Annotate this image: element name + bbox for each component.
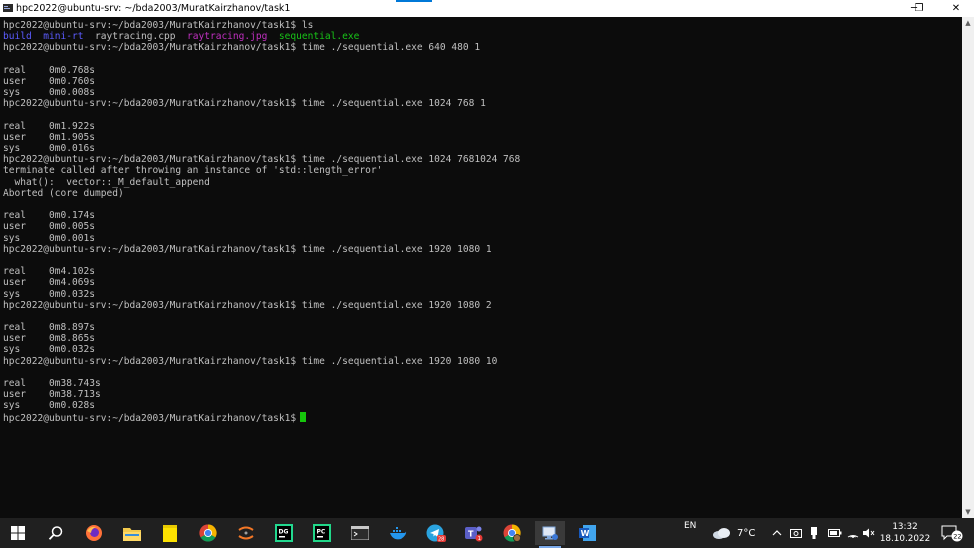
terminal-cursor — [300, 411, 307, 422]
terminal-area[interactable]: hpc2022@ubuntu-srv:~/bda2003/MuratKairzh… — [0, 17, 962, 518]
time-real: real 0m38.743s — [3, 378, 101, 389]
terminal-output: hpc2022@ubuntu-srv:~/bda2003/MuratKairzh… — [3, 20, 520, 424]
windows-start-icon[interactable] — [3, 521, 33, 545]
terminal-app-icon — [3, 4, 13, 12]
chevron-up-icon[interactable] — [772, 518, 782, 548]
svg-text:PC: PC — [317, 529, 326, 536]
file-explorer-icon[interactable] — [117, 521, 147, 545]
sticky-notes-icon[interactable] — [155, 521, 185, 545]
time-sys: sys 0m0.032s — [3, 288, 95, 300]
time-sys: sys 0m0.032s — [3, 344, 95, 356]
teams-badge: 1 — [478, 536, 482, 542]
terminal-icon[interactable] — [345, 521, 375, 545]
svg-text:W: W — [581, 529, 590, 538]
chrome-icon[interactable] — [193, 521, 223, 545]
input-language[interactable]: EN — [684, 511, 696, 541]
search-icon[interactable] — [41, 521, 71, 545]
window-titlebar[interactable]: hpc2022@ubuntu-srv: ~/bda2003/MuratKairz… — [0, 0, 974, 17]
prompt: hpc2022@ubuntu-srv:~/bda2003/MuratKairzh… — [3, 355, 297, 367]
firefox-icon[interactable] — [79, 521, 109, 545]
ls-entry-executable: sequential.exe — [278, 31, 360, 43]
datagrip-icon[interactable]: DG — [269, 521, 299, 545]
command: time ./sequential.exe 640 480 1 — [296, 42, 481, 54]
wifi-icon[interactable] — [847, 518, 859, 548]
svg-text:DG: DG — [279, 529, 289, 536]
command: ls — [296, 20, 314, 31]
command: time ./sequential.exe 1920 1080 2 — [296, 299, 492, 311]
time-sys: sys 0m0.001s — [3, 232, 95, 244]
time-user: user 0m0.760s — [3, 75, 95, 87]
docker-icon[interactable] — [383, 521, 413, 545]
window-title: hpc2022@ubuntu-srv: ~/bda2003/MuratKairz… — [16, 3, 291, 14]
scroll-up-icon[interactable]: ▲ — [962, 17, 974, 29]
prompt: hpc2022@ubuntu-srv:~/bda2003/MuratKairzh… — [3, 42, 297, 54]
ls-entry-dir: build — [3, 31, 32, 43]
command: time ./sequential.exe 1024 768 1 — [296, 98, 486, 110]
titlebar-accent — [396, 0, 432, 2]
time-real: real 0m1.922s — [3, 120, 95, 132]
telegram-badge: 28 — [438, 537, 444, 543]
prompt: hpc2022@ubuntu-srv:~/bda2003/MuratKairzh… — [3, 243, 297, 255]
notification-center-icon[interactable]: 22 — [941, 518, 963, 548]
word-icon[interactable]: W — [573, 521, 603, 545]
time-real: real 0m0.768s — [3, 64, 95, 76]
battery-icon[interactable] — [828, 518, 842, 548]
time-real: real 0m0.174s — [3, 210, 95, 222]
camera-icon[interactable] — [790, 518, 802, 548]
clock[interactable]: 13:32 18.10.2022 — [876, 521, 934, 545]
jupyter-icon[interactable] — [231, 521, 261, 545]
clock-time: 13:32 — [892, 522, 918, 532]
prompt: hpc2022@ubuntu-srv:~/bda2003/MuratKairzh… — [3, 299, 297, 311]
scroll-down-icon[interactable]: ▼ — [962, 506, 974, 518]
command: time ./sequential.exe 1920 1080 1 — [296, 243, 492, 255]
notification-count: 22 — [953, 533, 961, 541]
time-user: user 0m0.005s — [3, 221, 95, 233]
command: time ./sequential.exe 1024 7681024 768 — [296, 154, 521, 166]
vertical-scrollbar[interactable]: ▲ ▼ — [962, 17, 974, 518]
prompt: hpc2022@ubuntu-srv:~/bda2003/MuratKairzh… — [3, 154, 297, 166]
volume-mute-icon[interactable] — [863, 518, 875, 548]
time-user: user 0m4.069s — [3, 277, 95, 289]
time-real: real 0m4.102s — [3, 266, 95, 278]
time-user: user 0m1.905s — [3, 131, 95, 143]
telegram-icon[interactable]: 28 — [421, 521, 451, 545]
temperature: 7°C — [737, 527, 756, 539]
time-sys: sys 0m0.008s — [3, 87, 95, 99]
clock-date: 18.10.2022 — [879, 534, 931, 544]
time-user: user 0m38.713s — [3, 389, 101, 401]
prompt: hpc2022@ubuntu-srv:~/bda2003/MuratKairzh… — [3, 20, 297, 31]
pycharm-icon[interactable]: PC — [307, 521, 337, 545]
prompt: hpc2022@ubuntu-srv:~/bda2003/MuratKairzh… — [3, 98, 297, 110]
command: time ./sequential.exe 1920 1080 10 — [296, 355, 498, 367]
error-line: terminate called after throwing an insta… — [3, 165, 383, 177]
remote-desktop-icon[interactable] — [535, 521, 565, 548]
prompt: hpc2022@ubuntu-srv:~/bda2003/MuratKairzh… — [3, 412, 297, 424]
usb-icon[interactable] — [810, 518, 818, 548]
ls-entry-dir: mini-rt — [43, 31, 84, 43]
error-line: Aborted (core dumped) — [3, 187, 124, 199]
time-real: real 0m8.897s — [3, 322, 95, 334]
restore-button[interactable]: ❐ — [900, 0, 938, 17]
taskbar: DG PC 28 T1 W EN 7°C 13:32 18.10.2022 22 — [0, 518, 974, 548]
close-button[interactable]: ✕ — [936, 0, 974, 17]
weather-widget[interactable]: 7°C — [712, 518, 755, 548]
time-sys: sys 0m0.028s — [3, 400, 95, 412]
chrome-profile-icon[interactable] — [497, 521, 527, 545]
teams-icon[interactable]: T1 — [459, 521, 489, 545]
ls-entry-image: raytracing.jpg — [186, 31, 268, 43]
cloud-icon — [713, 528, 730, 539]
error-line: what(): vector::_M_default_append — [3, 176, 210, 188]
svg-text:T: T — [468, 530, 474, 539]
time-user: user 0m8.865s — [3, 333, 95, 345]
ls-entry-file: raytracing.cpp — [94, 31, 176, 43]
time-sys: sys 0m0.016s — [3, 143, 95, 155]
